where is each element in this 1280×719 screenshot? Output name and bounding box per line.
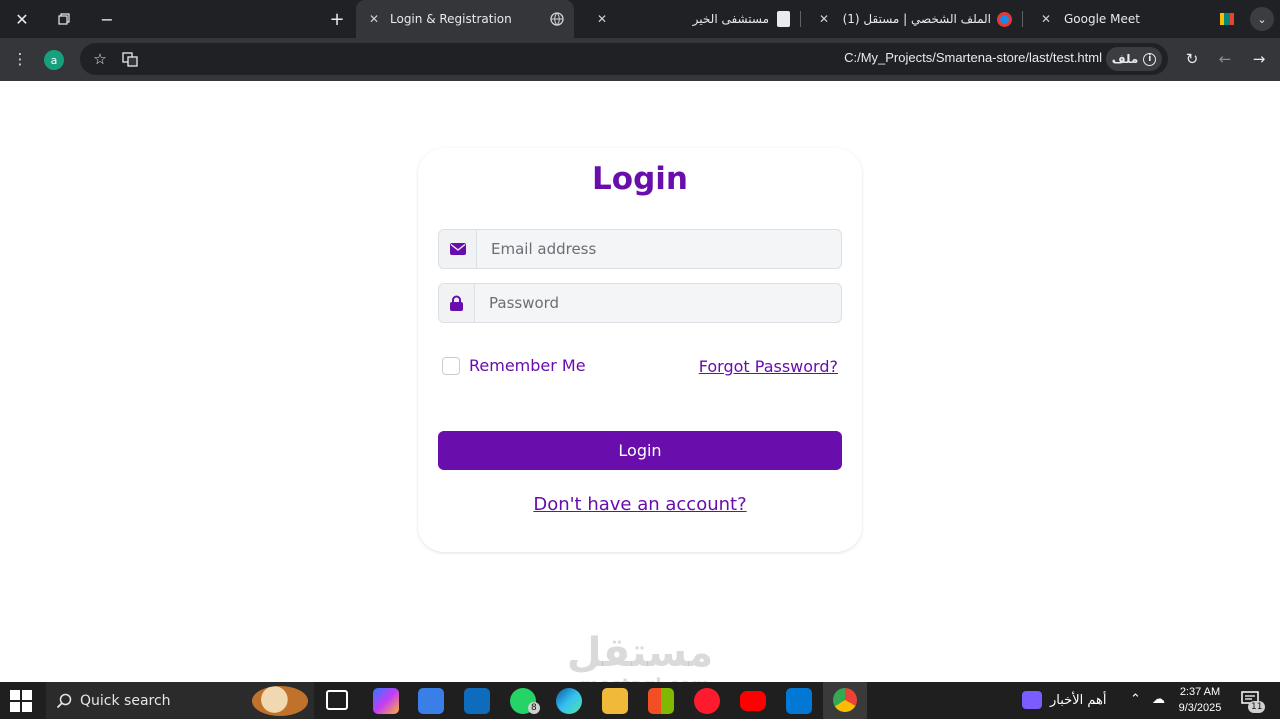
vscode-app[interactable] (786, 688, 812, 714)
clock-date: 9/3/2025 (1178, 702, 1222, 714)
taskbar-search[interactable]: Quick search (46, 682, 314, 719)
watermark-logo: مستقل (566, 630, 714, 676)
menu-button[interactable]: ⋮ (8, 47, 32, 71)
cloud-icon: ☁ (1152, 692, 1165, 707)
youtube-app[interactable] (740, 691, 766, 711)
minimize-icon: − (100, 9, 114, 29)
notifications-badge: 11 (1248, 701, 1266, 713)
clock-time: 2:37 AM (1179, 686, 1221, 698)
tab-search-button[interactable]: ⌄ (1250, 7, 1274, 31)
show-hidden-icons-button[interactable]: ⌃ (1130, 692, 1141, 707)
login-button[interactable]: Login (438, 431, 842, 470)
close-icon: ✕ (15, 9, 29, 29)
remember-me[interactable]: Remember Me (442, 356, 586, 375)
search-label: Quick search (80, 692, 171, 709)
forward-arrow-icon: → (1252, 50, 1266, 68)
page-content: Login Remember Me Forgot Password? Login… (0, 81, 1280, 696)
globe-icon (550, 12, 564, 26)
opera-app[interactable] (694, 688, 720, 714)
network-status[interactable]: ☁ (1152, 692, 1165, 707)
envelope-icon (449, 243, 466, 255)
tab-mostaql-profile[interactable]: ✕ (1) الملف الشخصي | مستقل (806, 0, 1022, 38)
document-icon (777, 11, 790, 27)
windows-logo-icon (22, 690, 32, 700)
system-clock[interactable]: 2:37 AM 9/3/2025 (1172, 684, 1228, 716)
password-field (438, 283, 842, 323)
remember-me-checkbox[interactable] (442, 356, 460, 375)
email-addon (439, 230, 477, 268)
site-info-chip[interactable]: ملف i (1106, 47, 1162, 71)
task-view-button[interactable] (326, 690, 348, 710)
outlook-app[interactable] (464, 688, 490, 714)
info-icon: i (1143, 52, 1157, 66)
chevron-down-icon: ⌄ (1257, 12, 1267, 26)
close-icon[interactable]: ✕ (594, 12, 610, 26)
forward-button[interactable]: → (1247, 47, 1271, 71)
lock-icon (450, 295, 463, 311)
translate-icon (122, 52, 138, 67)
reload-icon: ↻ (1185, 50, 1199, 68)
window-close-button[interactable]: ✕ (0, 0, 44, 38)
news-icon (1022, 691, 1042, 709)
profile-avatar[interactable]: a (44, 50, 64, 70)
reload-button[interactable]: ↻ (1180, 47, 1204, 71)
address-bar[interactable]: ☆ C:/My_Projects/Smartena-store/last/tes… (80, 43, 1168, 75)
windows-logo-icon (10, 690, 20, 700)
search-highlight-icon (252, 686, 308, 716)
url-text[interactable]: C:/My_Projects/Smartena-store/last/test.… (844, 50, 1102, 65)
close-icon[interactable]: ✕ (816, 12, 832, 26)
tab-google-meet[interactable]: ✕ Google Meet (1028, 0, 1244, 38)
restore-icon (58, 13, 70, 25)
login-card: Login Remember Me Forgot Password? Login… (418, 148, 862, 552)
start-button[interactable] (10, 690, 32, 712)
news-label: أهم الأخبار (1050, 692, 1107, 708)
google-meet-icon (1220, 13, 1234, 25)
password-addon (439, 284, 475, 322)
translate-button[interactable] (118, 47, 142, 71)
password-input[interactable] (475, 284, 841, 322)
browser-tab-bar: ✕ − + ✕ Login & Registration ✕ مستشفى ال… (0, 0, 1280, 38)
tab-separator (800, 11, 801, 27)
close-icon[interactable]: ✕ (1038, 12, 1054, 26)
back-arrow-icon: ← (1218, 50, 1232, 68)
forgot-password-link[interactable]: Forgot Password? (699, 357, 838, 376)
microsoft-app[interactable] (648, 688, 674, 714)
tab-hospital[interactable]: ✕ مستشفى الخير (584, 0, 800, 38)
login-title: Login (592, 161, 688, 197)
tab-title: (1) الملف الشخصي | مستقل (842, 12, 991, 26)
news-widget[interactable]: أهم الأخبار (1022, 691, 1106, 709)
signup-link[interactable]: Don't have an account? (418, 494, 862, 515)
bookmark-button[interactable]: ☆ (88, 47, 112, 71)
search-icon (56, 693, 72, 708)
window-minimize-button[interactable]: − (85, 0, 129, 38)
email-field (438, 229, 842, 269)
browser-toolbar: ⋮ a ☆ C:/My_Projects/Smartena-store/last… (0, 38, 1280, 81)
back-button[interactable]: ← (1213, 47, 1237, 71)
site-info-label: ملف (1111, 52, 1139, 66)
email-input[interactable] (477, 230, 841, 268)
windows-logo-icon (10, 702, 20, 712)
file-explorer-app[interactable] (602, 688, 628, 714)
chrome-app[interactable] (823, 682, 867, 719)
tab-title: مستشفى الخير (692, 12, 769, 26)
mostaql-favicon-icon (997, 11, 1012, 27)
window-restore-button[interactable] (42, 0, 86, 38)
tab-title: Google Meet (1064, 12, 1140, 26)
whatsapp-badge: 8 (528, 702, 540, 714)
star-icon: ☆ (93, 50, 107, 68)
windows-logo-icon (22, 702, 32, 712)
kebab-menu-icon: ⋮ (12, 50, 28, 68)
new-tab-button[interactable]: + (325, 7, 349, 31)
edge-app[interactable] (556, 688, 582, 714)
chevron-up-icon: ⌃ (1130, 692, 1141, 707)
tab-separator (1022, 11, 1023, 27)
close-icon[interactable]: ✕ (366, 12, 382, 26)
taskbar: Quick search 8 أهم الأخبار ⌃ ☁ 2:37 AM 9… (0, 682, 1280, 719)
chrome-icon (833, 688, 857, 712)
remember-me-label: Remember Me (469, 356, 586, 375)
tab-login-registration[interactable]: ✕ Login & Registration (356, 0, 574, 38)
store-app[interactable] (418, 688, 444, 714)
tab-title: Login & Registration (390, 12, 512, 26)
copilot-app[interactable] (373, 688, 399, 714)
